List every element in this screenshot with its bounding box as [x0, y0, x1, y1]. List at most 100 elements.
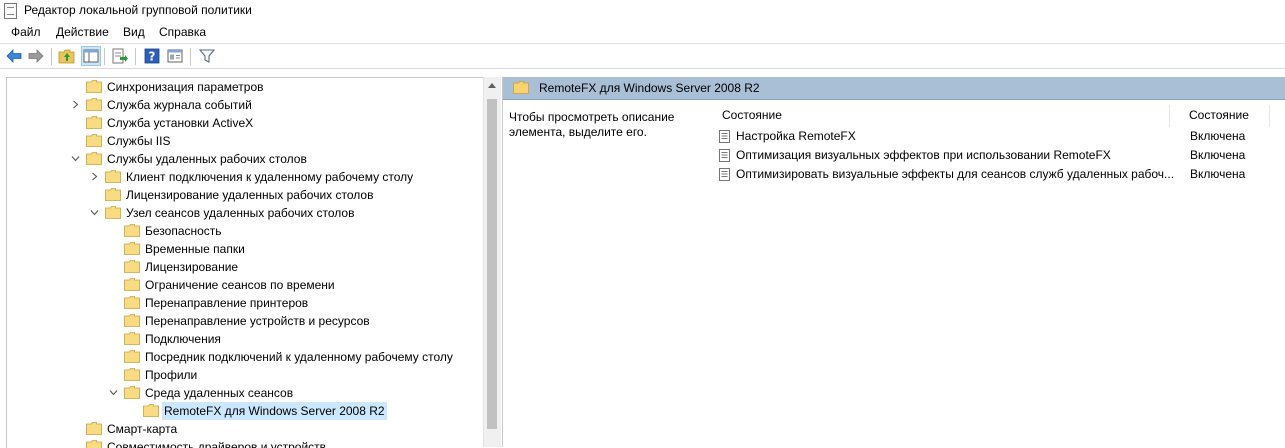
- tree-item-label: Узел сеансов удаленных рабочих столов: [126, 206, 355, 220]
- window-title: Редактор локальной групповой политики: [24, 3, 252, 17]
- help-icon[interactable]: ?: [143, 47, 161, 65]
- tree-item[interactable]: Служба журнала событий: [7, 96, 483, 114]
- folder-icon: [86, 422, 102, 435]
- folder-icon: [124, 332, 140, 345]
- menu-action[interactable]: Действие: [56, 25, 109, 39]
- tree-item[interactable]: Ограничение сеансов по времени: [7, 276, 483, 294]
- tree-item[interactable]: Узел сеансов удаленных рабочих столов: [7, 204, 483, 222]
- folder-icon: [513, 81, 529, 94]
- chevron-right-icon[interactable]: [90, 172, 99, 181]
- tree-item[interactable]: Подключения: [7, 330, 483, 348]
- folder-icon: [86, 152, 102, 165]
- policy-row[interactable]: Настройка RemoteFX Включена: [719, 127, 1279, 146]
- toolbar: ?: [0, 44, 1285, 69]
- folder-icon: [143, 404, 159, 417]
- tree-item-label: Смарт-карта: [107, 422, 178, 436]
- policy-name: Оптимизация визуальных эффектов при испо…: [736, 148, 1111, 162]
- chevron-right-icon[interactable]: [71, 100, 80, 109]
- tree-item[interactable]: Безопасность: [7, 222, 483, 240]
- folder-icon: [124, 224, 140, 237]
- tree-item[interactable]: Клиент подключения к удаленному рабочему…: [7, 168, 483, 186]
- tree-item-label: Временные папки: [145, 242, 245, 256]
- tree-item-label: Посредник подключений к удаленному рабоч…: [145, 350, 453, 364]
- tree-item-label: Ограничение сеансов по времени: [145, 278, 335, 292]
- scroll-thumb[interactable]: [487, 99, 497, 429]
- tree-item[interactable]: Служба установки ActiveX: [7, 114, 483, 132]
- folder-icon: [124, 278, 140, 291]
- tree-item[interactable]: Посредник подключений к удаленному рабоч…: [7, 348, 483, 366]
- menu-file[interactable]: Файл: [11, 25, 41, 39]
- policy-row[interactable]: Оптимизация визуальных эффектов при испо…: [719, 146, 1279, 165]
- menu-view[interactable]: Вид: [123, 25, 145, 39]
- tree-scrollbar[interactable]: [483, 77, 501, 447]
- folder-icon: [105, 206, 121, 219]
- policy-state: Включена: [1190, 129, 1246, 143]
- tree-item-label: Перенаправление принтеров: [145, 296, 309, 310]
- details-pane: RemoteFX для Windows Server 2008 R2 Чтоб…: [502, 77, 1285, 447]
- folder-up-icon[interactable]: [58, 47, 76, 65]
- tree-pane: Синхронизация параметров Служба журнала с…: [6, 77, 483, 448]
- policy-name: Настройка RemoteFX: [736, 129, 856, 143]
- tree-item-label: Служба установки ActiveX: [107, 116, 254, 130]
- column-header-state[interactable]: Состояние: [1189, 108, 1249, 122]
- svg-text:?: ?: [149, 50, 156, 64]
- folder-icon: [124, 368, 140, 381]
- tree-item[interactable]: Синхронизация параметров: [7, 78, 483, 96]
- filter-icon[interactable]: [198, 47, 216, 65]
- tree-item[interactable]: Лицензирование удаленных рабочих столов: [7, 186, 483, 204]
- tree-item-label: Подключения: [145, 332, 221, 346]
- tree-item[interactable]: Лицензирование: [7, 258, 483, 276]
- show-hide-tree-icon[interactable]: [81, 46, 101, 66]
- column-header-name[interactable]: Состояние: [722, 108, 782, 122]
- folder-icon: [124, 386, 140, 399]
- chevron-down-icon[interactable]: [109, 388, 118, 397]
- tree-item-label: Лицензирование удаленных рабочих столов: [126, 188, 374, 202]
- column-divider[interactable]: [1269, 105, 1270, 127]
- column-divider[interactable]: [1169, 105, 1170, 127]
- pane-header-title: RemoteFX для Windows Server 2008 R2: [539, 81, 760, 95]
- policy-state: Включена: [1190, 148, 1246, 162]
- chevron-down-icon[interactable]: [90, 208, 99, 217]
- folder-icon: [86, 134, 102, 147]
- tree-item[interactable]: Временные папки: [7, 240, 483, 258]
- tree-item-label: RemoteFX для Windows Server 2008 R2: [162, 402, 387, 420]
- properties-icon[interactable]: [166, 47, 184, 65]
- tree-item-label: Службы IIS: [107, 134, 171, 148]
- pane-header: RemoteFX для Windows Server 2008 R2: [503, 77, 1285, 100]
- export-list-icon[interactable]: [111, 47, 129, 65]
- forward-arrow-icon[interactable]: [27, 47, 45, 65]
- folder-icon: [86, 80, 102, 93]
- tree-item-label: Профили: [145, 368, 198, 382]
- tree-item-label: Перенаправление устройств и ресурсов: [145, 314, 370, 328]
- scroll-up-arrow-icon[interactable]: [488, 83, 496, 88]
- chevron-down-icon[interactable]: [71, 154, 80, 163]
- folder-icon: [124, 314, 140, 327]
- policy-setting-icon: [719, 149, 730, 162]
- tree-item[interactable]: Профили: [7, 366, 483, 384]
- tree-item-label: Клиент подключения к удаленному рабочему…: [126, 170, 414, 184]
- tree-item[interactable]: RemoteFX для Windows Server 2008 R2: [7, 402, 483, 420]
- app-document-icon: [4, 3, 17, 19]
- folder-icon: [105, 170, 121, 183]
- back-arrow-icon[interactable]: [5, 47, 23, 65]
- tree-item-label: Служба журнала событий: [107, 98, 252, 112]
- tree-item-label: Службы удаленных рабочих столов: [107, 152, 307, 166]
- folder-icon: [124, 242, 140, 255]
- folder-icon: [124, 260, 140, 273]
- tree-item[interactable]: Службы IIS: [7, 132, 483, 150]
- tree-item[interactable]: Перенаправление принтеров: [7, 294, 483, 312]
- menu-bar: Файл Действие Вид Справка: [0, 21, 1285, 44]
- tree-item[interactable]: Перенаправление устройств и ресурсов: [7, 312, 483, 330]
- menu-help[interactable]: Справка: [159, 25, 206, 39]
- tree-item[interactable]: Смарт-карта: [7, 420, 483, 438]
- tree-item-label: Лицензирование: [145, 260, 239, 274]
- tree-item-label: Синхронизация параметров: [107, 80, 264, 94]
- folder-icon: [124, 350, 140, 363]
- policy-row[interactable]: Оптимизировать визуальные эффекты для се…: [719, 165, 1279, 184]
- policy-setting-icon: [719, 168, 730, 181]
- tree-item-label: Безопасность: [145, 224, 222, 238]
- tree-item[interactable]: Службы удаленных рабочих столов: [7, 150, 483, 168]
- policy-setting-icon: [719, 130, 730, 143]
- title-bar: Редактор локальной групповой политики: [0, 0, 1285, 21]
- tree-item[interactable]: Среда удаленных сеансов: [7, 384, 483, 402]
